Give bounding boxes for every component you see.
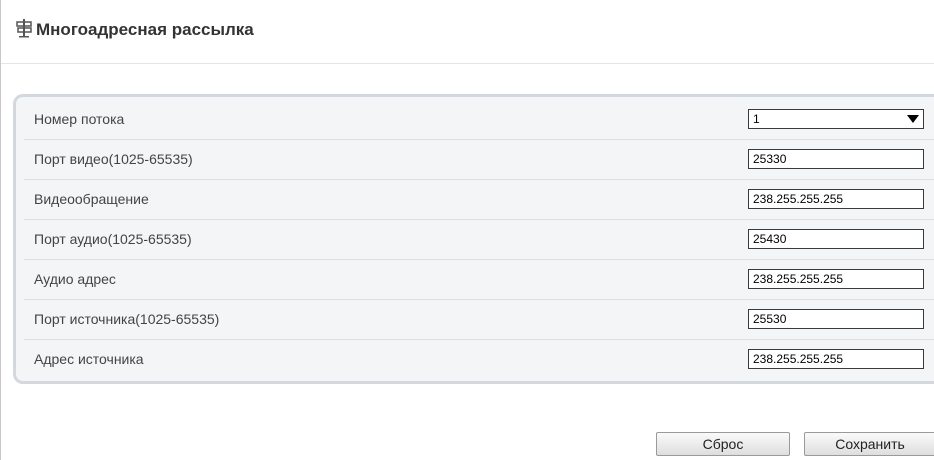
source-address-input[interactable]: 238.255.255.255 xyxy=(748,349,924,369)
audio-address-label: Аудио адрес xyxy=(34,271,116,287)
audio-address-row: Аудио адрес 238.255.255.255 xyxy=(24,260,934,300)
source-port-label: Порт источника(1025-65535) xyxy=(34,311,220,327)
settings-panel: Номер потока 1 Порт видео(1025-65535) 25… xyxy=(13,94,934,384)
video-address-label: Видеообращение xyxy=(34,191,149,207)
dropdown-arrow-icon xyxy=(907,115,919,123)
page-header: Многоадресная рассылка xyxy=(1,0,934,64)
reset-button[interactable]: Сброс xyxy=(656,432,790,456)
multicast-settings-page: Многоадресная рассылка Номер потока 1 По… xyxy=(0,0,934,460)
audio-address-input[interactable]: 238.255.255.255 xyxy=(748,269,924,289)
stream-number-row: Номер потока 1 xyxy=(24,100,934,140)
stream-number-label: Номер потока xyxy=(34,111,125,127)
save-button[interactable]: Сохранить xyxy=(804,432,934,456)
video-address-input[interactable]: 238.255.255.255 xyxy=(748,189,924,209)
page-title: Многоадресная рассылка xyxy=(36,20,254,39)
stream-number-value: 1 xyxy=(753,112,760,126)
stream-number-select[interactable]: 1 xyxy=(748,109,924,129)
video-port-row: Порт видео(1025-65535) 25330 xyxy=(24,140,934,180)
source-address-label: Адрес источника xyxy=(34,351,144,367)
video-port-label: Порт видео(1025-65535) xyxy=(34,151,193,167)
audio-port-input[interactable]: 25430 xyxy=(748,229,924,249)
audio-port-row: Порт аудио(1025-65535) 25430 xyxy=(24,220,934,260)
video-port-input[interactable]: 25330 xyxy=(748,149,924,169)
source-port-row: Порт источника(1025-65535) 25530 xyxy=(24,300,934,340)
video-address-row: Видеообращение 238.255.255.255 xyxy=(24,180,934,220)
signpost-icon xyxy=(14,18,34,38)
source-address-row: Адрес источника 238.255.255.255 xyxy=(24,340,934,380)
audio-port-label: Порт аудио(1025-65535) xyxy=(34,231,192,247)
source-port-input[interactable]: 25530 xyxy=(748,309,924,329)
